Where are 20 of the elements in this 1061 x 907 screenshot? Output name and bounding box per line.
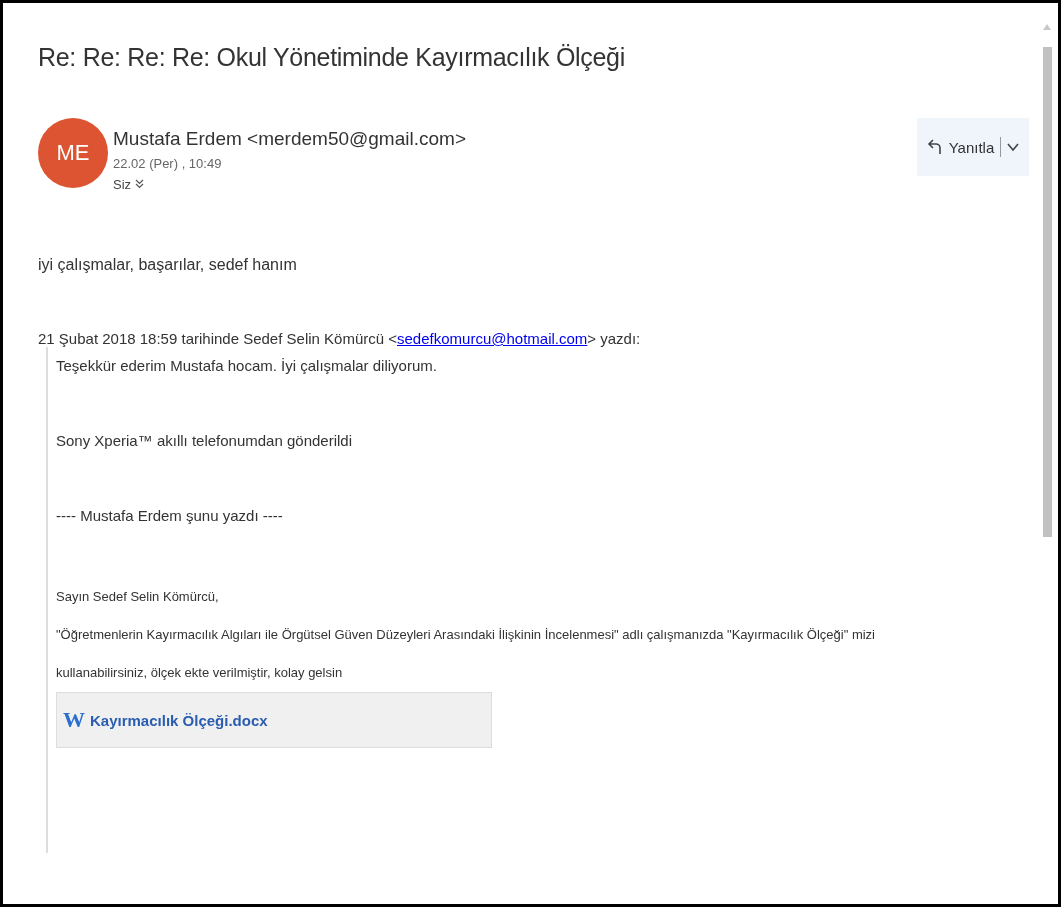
message-text: iyi çalışmalar, başarılar, sedef hanım <box>38 256 298 274</box>
caret-icon <box>1007 142 1020 152</box>
quoted-text: Teşekkür ederim Mustafa hocam. İyi çalışmalar diliyorum. <box>56 356 438 376</box>
email-link[interactable]: sedefkomurcu@hotmail.com <box>397 330 588 347</box>
recipient: Siz <box>113 177 132 192</box>
attachment[interactable]: W Kayırmacılık Ölçeği.docx <box>56 692 492 748</box>
sender-avatar: ME <box>38 118 108 188</box>
sent-date: 22.02 (Per) , 10:49 <box>113 156 223 171</box>
quoted-text: ---- Mustafa Erdem şunu yazdı ---- <box>56 506 284 526</box>
word-document-icon: W <box>63 707 85 733</box>
scroll-up-icon[interactable] <box>1042 23 1052 31</box>
expand-icon[interactable] <box>135 179 145 190</box>
quoted-text: Sayın Sedef Selin Kömürcü, <box>56 588 220 606</box>
quoted-text: Sony Xperia™ akıllı telefonumdan gönderildi <box>56 431 353 451</box>
quoted-text: "Öğretmenlerin Kayırmacılık Algıları ile Örgütsel Güven Düzeyleri Arasındaki İlişkinin İncelenmesi" adlı çalışmanızda "Kayırmacılık Ölçeği" mizi kullanabilirsiniz, ölçek ekte verilmiştir, kolay gelsin <box>56 626 876 682</box>
sender-name: Mustafa Erdem <merdem50@gmail.com> <box>113 128 466 150</box>
reply-button[interactable]: Yanıtla <box>917 118 1029 176</box>
quote-header: 21 Şubat 2018 18:59 tarihinde Sedef Selin Kömürcü <sedefkomurcu@hotmail.com> yazdı: <box>38 330 642 347</box>
email-subject: Re: Re: Re: Re: Okul Yönetiminde Kayırmacılık Ölçeği <box>38 43 626 72</box>
reply-arrow-icon <box>926 138 943 156</box>
